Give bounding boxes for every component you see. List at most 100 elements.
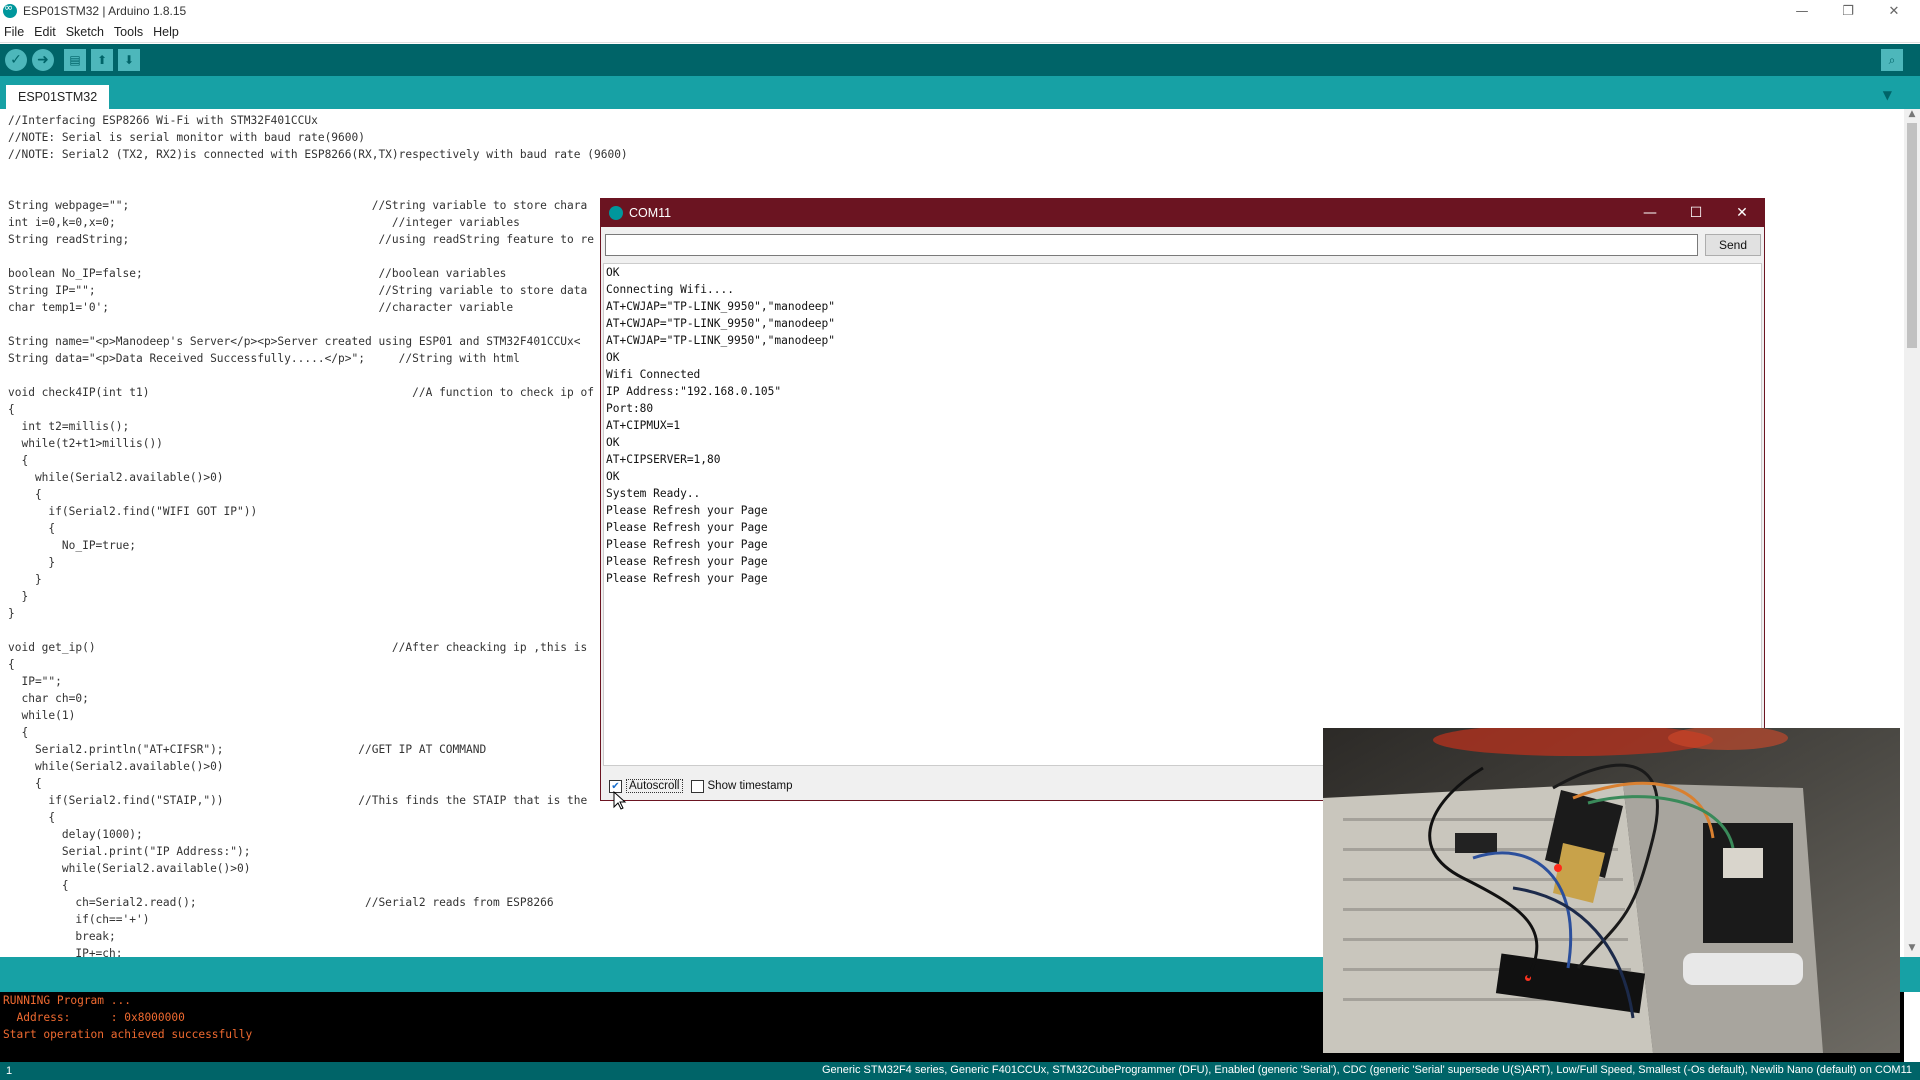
webcam-overlay-image	[1323, 728, 1900, 1053]
new-file-icon: ▤	[69, 53, 81, 67]
tab-esp01stm32[interactable]: ESP01STM32	[6, 85, 110, 109]
serial-output-line: Please Refresh your Page	[606, 504, 768, 517]
code-line: {	[8, 403, 15, 416]
tab-menu-chevron-down-icon[interactable]: ▼	[1883, 88, 1892, 102]
mouse-pointer-icon	[613, 791, 627, 810]
serial-output-line: OK	[606, 266, 620, 279]
serial-minimize-button[interactable]: —	[1627, 199, 1673, 227]
code-line: if(Serial2.find("STAIP,")) //This finds …	[8, 794, 588, 807]
arduino-logo-icon	[609, 206, 623, 220]
menu-help[interactable]: Help	[153, 25, 179, 39]
menu-file[interactable]: File	[4, 25, 24, 39]
serial-output-line: Wifi Connected	[606, 368, 701, 381]
code-line: int i=0,k=0,x=0; //integer variables	[8, 216, 520, 229]
code-line: while(Serial2.available()>0)	[8, 862, 251, 875]
serial-output-area[interactable]: OK Connecting Wifi.... AT+CWJAP="TP-LINK_9…	[603, 263, 1762, 766]
serial-output-line: OK	[606, 351, 620, 364]
autoscroll-label[interactable]: Autoscroll	[626, 779, 683, 793]
code-line: String name="<p>Manodeep's Server</p><p>…	[8, 335, 581, 348]
arduino-ide-window: ESP01STM32 | Arduino 1.8.15 — ❐ ✕ File E…	[0, 0, 1920, 1080]
serial-close-button[interactable]: ✕	[1719, 199, 1765, 227]
serial-output-line: OK	[606, 470, 620, 483]
send-button[interactable]: Send	[1705, 234, 1761, 256]
code-line: //NOTE: Serial is serial monitor with ba…	[8, 131, 365, 144]
code-line: while(1)	[8, 709, 76, 722]
code-line: IP="";	[8, 675, 62, 688]
arrow-up-icon: ⬆	[96, 53, 108, 67]
serial-monitor-title: COM11	[629, 206, 672, 220]
scroll-down-icon[interactable]: ▼	[1904, 943, 1920, 957]
open-sketch-button[interactable]: ⬆	[91, 49, 113, 71]
code-line: }	[8, 573, 42, 586]
verify-button[interactable]: ✓	[5, 49, 27, 71]
serial-output-line: AT+CIPMUX=1	[606, 419, 681, 432]
code-line: Serial.print("IP Address:");	[8, 845, 251, 858]
save-sketch-button[interactable]: ⬇	[118, 49, 140, 71]
menu-edit[interactable]: Edit	[34, 25, 56, 39]
new-sketch-button[interactable]: ▤	[64, 49, 86, 71]
code-line: void check4IP(int t1) //A function to ch…	[8, 386, 594, 399]
code-line: No_IP=true;	[8, 539, 136, 552]
code-line: char ch=0;	[8, 692, 89, 705]
serial-output-line: Please Refresh your Page	[606, 555, 768, 568]
code-line: while(Serial2.available()>0)	[8, 760, 224, 773]
status-bar: 1 Generic STM32F4 series, Generic F401CC…	[0, 1062, 1920, 1080]
arduino-logo-icon	[3, 1, 17, 18]
editor-scroll-thumb[interactable]	[1907, 123, 1917, 348]
timestamp-checkbox[interactable]	[690, 779, 704, 793]
menu-sketch[interactable]: Sketch	[66, 25, 104, 39]
code-line: delay(1000);	[8, 828, 143, 841]
code-line: {	[8, 522, 56, 535]
serial-monitor-button[interactable]: ⌕	[1881, 49, 1903, 71]
code-line: String data="<p>Data Received Successful…	[8, 352, 520, 365]
timestamp-label[interactable]: Show timestamp	[708, 780, 793, 792]
code-line: if(Serial2.find("WIFI GOT IP"))	[8, 505, 258, 518]
serial-output-line: Connecting Wifi....	[606, 283, 734, 296]
serial-maximize-button[interactable]: ☐	[1673, 199, 1719, 227]
menu-bar: File Edit Sketch Tools Help	[0, 22, 1920, 43]
code-line: String readString; //using readString fe…	[8, 233, 594, 246]
code-line: }	[8, 607, 15, 620]
upload-button[interactable]: ➜	[32, 49, 54, 71]
serial-output-line: AT+CWJAP="TP-LINK_9950","manodeep"	[606, 334, 836, 347]
serial-output-line: OK	[606, 436, 620, 449]
minimize-button[interactable]: —	[1780, 0, 1824, 22]
code-line: IP+=ch;	[8, 947, 123, 957]
code-line: {	[8, 488, 42, 501]
code-line: Serial2.println("AT+CIFSR"); //GET IP AT…	[8, 743, 487, 756]
serial-output-lines: OK Connecting Wifi.... AT+CWJAP="TP-LINK_9…	[606, 264, 835, 587]
serial-output-line: Please Refresh your Page	[606, 572, 768, 585]
menu-tools[interactable]: Tools	[114, 25, 143, 39]
close-button[interactable]: ✕	[1872, 0, 1916, 22]
editor-scrollbar[interactable]: ▲ ▼	[1904, 109, 1920, 957]
serial-output-line: Please Refresh your Page	[606, 538, 768, 551]
arrow-down-icon: ⬇	[123, 53, 135, 67]
serial-output-line: Please Refresh your Page	[606, 521, 768, 534]
code-line: }	[8, 556, 56, 569]
code-line: int t2=millis();	[8, 420, 130, 433]
code-line: {	[8, 811, 56, 824]
code-line: {	[8, 726, 29, 739]
line-number: 1	[6, 1065, 13, 1077]
code-line: while(t2+t1>millis())	[8, 437, 163, 450]
code-line: char temp1='0'; //character variable	[8, 301, 514, 314]
code-lines: //Interfacing ESP8266 Wi-Fi with STM32F4…	[8, 112, 628, 957]
restore-button[interactable]: ❐	[1826, 0, 1870, 22]
serial-output-line: IP Address:"192.168.0.105"	[606, 385, 782, 398]
code-line: {	[8, 777, 42, 790]
serial-output-line: System Ready..	[606, 487, 701, 500]
code-line: break;	[8, 930, 116, 943]
check-icon: ✓	[10, 52, 22, 68]
code-line: {	[8, 879, 69, 892]
serial-send-input[interactable]	[605, 234, 1698, 256]
scroll-up-icon[interactable]: ▲	[1904, 109, 1920, 123]
code-line: {	[8, 454, 29, 467]
window-title: ESP01STM32 | Arduino 1.8.15	[23, 4, 187, 18]
serial-output-line: AT+CWJAP="TP-LINK_9950","manodeep"	[606, 317, 836, 330]
